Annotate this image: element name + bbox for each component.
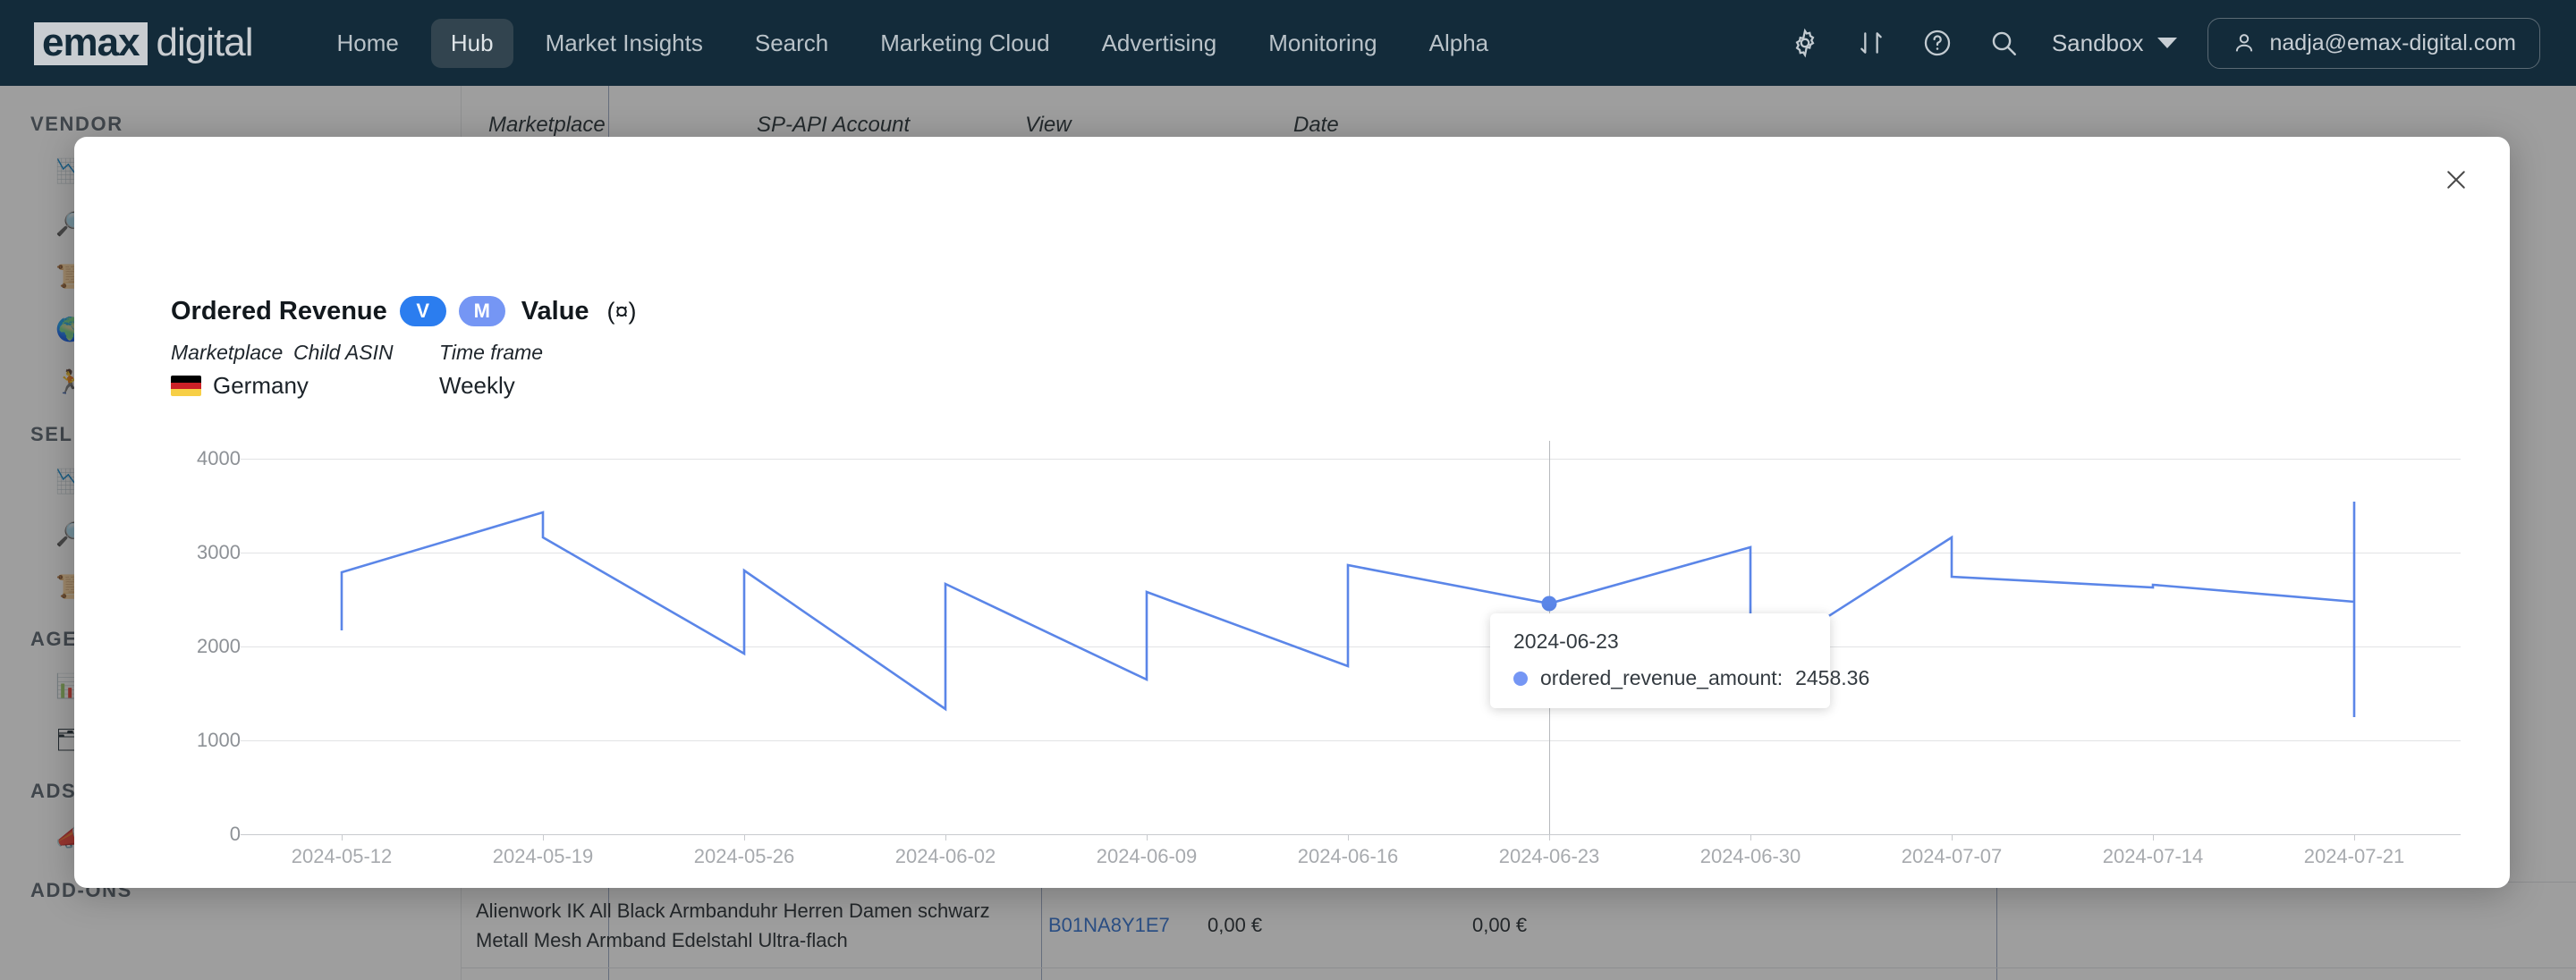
y-tick-1000: 1000 xyxy=(197,729,241,751)
sort-icon[interactable] xyxy=(1853,25,1889,61)
logo-mark: emax xyxy=(34,22,148,65)
nav-link-marketing-cloud[interactable]: Marketing Cloud xyxy=(860,19,1069,68)
nav-link-monitoring[interactable]: Monitoring xyxy=(1249,19,1396,68)
close-icon[interactable] xyxy=(2433,156,2479,203)
modal-title: Ordered Revenue xyxy=(171,296,387,325)
x-tick xyxy=(1952,834,1953,841)
tooltip-series-label: ordered_revenue_amount: xyxy=(1540,666,1784,689)
chart-modal: Ordered Revenue V M Value (¤) Marketplac… xyxy=(74,137,2510,888)
tooltip-series-row: ordered_revenue_amount: 2458.36 xyxy=(1513,666,1869,690)
x-tick-label: 2024-06-02 xyxy=(894,845,996,867)
environment-label: Sandbox xyxy=(2051,29,2144,56)
meta-value-time-frame: Weekly xyxy=(439,372,515,399)
revenue-line xyxy=(340,502,2356,717)
modal-title-unit: (¤) xyxy=(606,297,637,325)
x-tick xyxy=(1549,834,1550,841)
meta-header-marketplace: Marketplace xyxy=(171,341,284,364)
chevron-down-icon xyxy=(2157,38,2178,48)
search-icon[interactable] xyxy=(1986,25,2021,61)
meta-header-time-frame: Time frame xyxy=(439,341,544,364)
badge-marketplace: M xyxy=(458,296,505,326)
x-tick xyxy=(2354,834,2355,841)
app-logo[interactable]: emax digital xyxy=(34,21,254,65)
nav-right-cluster: Sandbox nadja@emax-digital.com xyxy=(1787,17,2540,69)
x-tick xyxy=(342,834,343,841)
badge-vendor: V xyxy=(399,296,446,326)
x-tick xyxy=(1348,834,1349,841)
germany-flag-icon xyxy=(171,376,201,396)
x-tick-label: 2024-05-26 xyxy=(693,845,795,867)
y-tick-2000: 2000 xyxy=(197,635,241,657)
account-button[interactable]: nadja@emax-digital.com xyxy=(2207,17,2540,69)
hover-point xyxy=(1541,596,1557,612)
chart-plot-area xyxy=(340,502,2356,717)
gear-icon[interactable] xyxy=(1787,25,1823,61)
nav-link-alpha[interactable]: Alpha xyxy=(1410,19,1509,68)
meta-value-marketplace: Germany xyxy=(171,372,309,400)
x-tick xyxy=(543,834,544,841)
marketplace-name: Germany xyxy=(213,372,309,399)
revenue-line-chart: 4000 3000 2000 1000 0 2024-05-12 2024-05… xyxy=(171,441,2461,867)
meta-header-child-asin: Child ASIN xyxy=(293,341,394,364)
chart-tooltip: 2024-06-23 ordered_revenue_amount: 2458.… xyxy=(1490,613,1869,708)
tooltip-value: 2458.36 xyxy=(1795,666,1870,689)
environment-selector[interactable]: Sandbox xyxy=(2052,30,2178,57)
y-tick-3000: 3000 xyxy=(197,541,241,563)
nav-link-market-insights[interactable]: Market Insights xyxy=(526,19,723,68)
x-tick-label: 2024-07-21 xyxy=(2303,845,2405,867)
y-tick-4000: 4000 xyxy=(197,447,241,469)
x-tick xyxy=(744,834,745,841)
x-tick xyxy=(1147,834,1148,841)
x-tick-label: 2024-05-12 xyxy=(291,845,393,867)
y-tick-0: 0 xyxy=(229,823,241,845)
x-tick-label: 2024-05-19 xyxy=(492,845,594,867)
x-tick xyxy=(1750,834,1751,841)
modal-title-value: Value xyxy=(521,296,589,325)
x-tick-label: 2024-06-09 xyxy=(1096,845,1198,867)
nav-link-advertising[interactable]: Advertising xyxy=(1082,19,1237,68)
x-axis-line xyxy=(241,834,2461,835)
x-tick-label: 2024-06-30 xyxy=(1699,845,1801,867)
top-navigation-bar: emax digital Home Hub Market Insights Se… xyxy=(0,0,2576,86)
user-icon xyxy=(2236,34,2253,52)
x-tick-label: 2024-06-23 xyxy=(1498,845,1600,867)
x-tick xyxy=(945,834,946,841)
nav-link-home[interactable]: Home xyxy=(318,19,419,68)
account-email: nadja@emax-digital.com xyxy=(2269,30,2516,55)
logo-word: digital xyxy=(156,21,254,64)
modal-title-row: Ordered Revenue V M Value (¤) xyxy=(171,296,637,326)
x-tick-label: 2024-07-07 xyxy=(1901,845,2003,867)
nav-link-hub[interactable]: Hub xyxy=(430,18,513,68)
help-icon[interactable] xyxy=(1919,25,1955,61)
series-color-dot xyxy=(1513,671,1528,686)
x-tick xyxy=(2153,834,2154,841)
nav-link-search[interactable]: Search xyxy=(735,19,848,68)
tooltip-date: 2024-06-23 xyxy=(1513,629,1619,653)
x-tick-label: 2024-07-14 xyxy=(2102,845,2204,867)
x-tick-label: 2024-06-16 xyxy=(1297,845,1399,867)
